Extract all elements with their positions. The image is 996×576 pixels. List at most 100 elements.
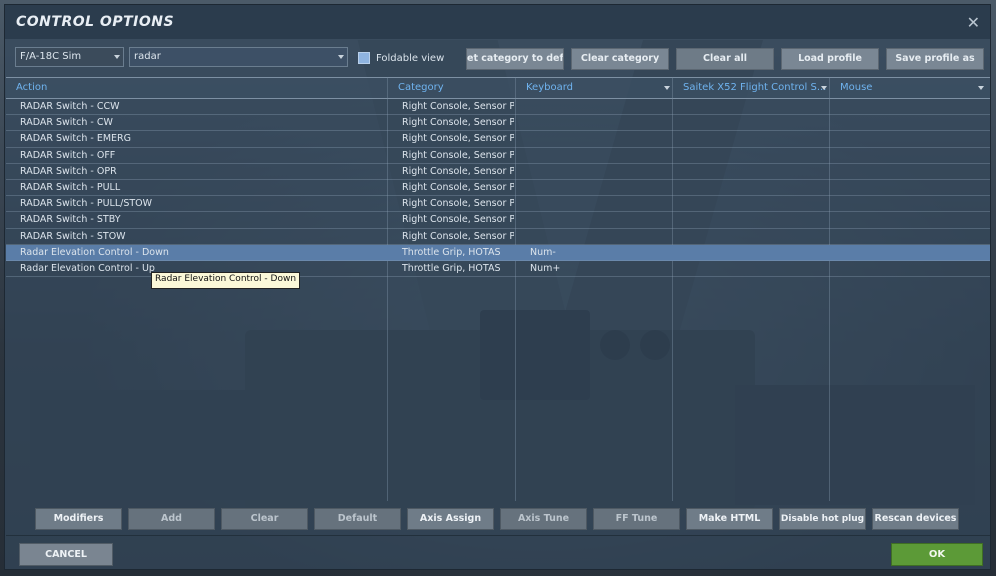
- cell-mouse[interactable]: [834, 115, 988, 131]
- clear-category-button[interactable]: Clear category: [571, 48, 669, 70]
- cell-category[interactable]: Right Console, Sensor Pan: [392, 212, 514, 228]
- cell-action[interactable]: RADAR Switch - PULL: [10, 180, 386, 196]
- cell-mouse[interactable]: [834, 131, 988, 147]
- add-button[interactable]: Add: [128, 508, 215, 530]
- cell-category[interactable]: Right Console, Sensor Pan: [392, 180, 514, 196]
- ff-tune-button[interactable]: FF Tune: [593, 508, 680, 530]
- chevron-down-icon: [338, 55, 344, 59]
- cell-keyboard[interactable]: [520, 196, 674, 212]
- cell-keyboard[interactable]: [520, 229, 674, 245]
- ok-button[interactable]: OK: [891, 543, 983, 566]
- cell-keyboard[interactable]: [520, 180, 674, 196]
- cell-action[interactable]: RADAR Switch - STBY: [10, 212, 386, 228]
- table-row[interactable]: RADAR Switch - CW Right Console, Sensor P…: [6, 115, 990, 132]
- column-header-mouse-label: Mouse: [840, 82, 873, 93]
- cell-joystick[interactable]: [677, 148, 831, 164]
- cell-keyboard[interactable]: [520, 148, 674, 164]
- table-row[interactable]: RADAR Switch - PULL Right Console, Sensor…: [6, 180, 990, 197]
- cell-mouse[interactable]: [834, 261, 988, 277]
- aircraft-select[interactable]: F/A-18C Sim: [15, 47, 124, 67]
- column-header-action[interactable]: Action: [10, 78, 386, 98]
- foldable-view-checkbox[interactable]: [358, 52, 370, 64]
- load-profile-button[interactable]: Load profile: [781, 48, 879, 70]
- cell-joystick[interactable]: [677, 99, 831, 115]
- cell-category[interactable]: Right Console, Sensor Pan: [392, 115, 514, 131]
- cancel-button[interactable]: CANCEL: [19, 543, 113, 566]
- cell-category[interactable]: Throttle Grip, HOTAS: [392, 261, 514, 277]
- cell-action[interactable]: RADAR Switch - CW: [10, 115, 386, 131]
- clear-all-button[interactable]: Clear all: [676, 48, 774, 70]
- make-html-button[interactable]: Make HTML: [686, 508, 773, 530]
- cell-mouse[interactable]: [834, 164, 988, 180]
- save-profile-as-button[interactable]: Save profile as: [886, 48, 984, 70]
- cell-keyboard[interactable]: [520, 99, 674, 115]
- cell-mouse[interactable]: [834, 180, 988, 196]
- cell-action[interactable]: RADAR Switch - CCW: [10, 99, 386, 115]
- table-row[interactable]: RADAR Switch - EMERG Right Console, Senso…: [6, 131, 990, 148]
- table-row[interactable]: RADAR Switch - PULL/STOW Right Console, S…: [6, 196, 990, 213]
- cell-joystick[interactable]: [677, 180, 831, 196]
- cell-joystick[interactable]: [677, 245, 831, 261]
- cell-action[interactable]: RADAR Switch - OPR: [10, 164, 386, 180]
- cell-keyboard[interactable]: [520, 131, 674, 147]
- cell-keyboard[interactable]: [520, 164, 674, 180]
- cell-category[interactable]: Right Console, Sensor Pan: [392, 164, 514, 180]
- modifiers-button[interactable]: Modifiers: [35, 508, 122, 530]
- table-row[interactable]: RADAR Switch - CCW Right Console, Sensor …: [6, 99, 990, 116]
- column-header-category[interactable]: Category: [392, 78, 514, 98]
- tooltip: Radar Elevation Control - Down: [151, 272, 301, 289]
- cell-keyboard[interactable]: [520, 212, 674, 228]
- search-input[interactable]: radar: [129, 47, 348, 67]
- cell-mouse[interactable]: [834, 148, 988, 164]
- default-button[interactable]: Default: [314, 508, 401, 530]
- cell-category[interactable]: Right Console, Sensor Pan: [392, 99, 514, 115]
- axis-tune-button[interactable]: Axis Tune: [500, 508, 587, 530]
- cell-category[interactable]: Right Console, Sensor Pan: [392, 148, 514, 164]
- cell-keyboard[interactable]: Num+: [520, 261, 674, 277]
- table-row[interactable]: RADAR Switch - STOW Right Console, Sensor…: [6, 229, 990, 245]
- table-row[interactable]: RADAR Switch - STBY Right Console, Sensor…: [6, 212, 990, 229]
- cell-mouse[interactable]: [834, 212, 988, 228]
- cell-action[interactable]: RADAR Switch - STOW: [10, 229, 386, 245]
- cell-joystick[interactable]: [677, 229, 831, 245]
- title-bar: CONTROL OPTIONS ✕: [5, 5, 990, 39]
- cell-category[interactable]: Right Console, Sensor Pan: [392, 229, 514, 245]
- cell-mouse[interactable]: [834, 99, 988, 115]
- column-header-joystick[interactable]: Saitek X52 Flight Control S...: [677, 78, 831, 98]
- cell-joystick[interactable]: [677, 164, 831, 180]
- cell-action[interactable]: RADAR Switch - OFF: [10, 148, 386, 164]
- axis-assign-button[interactable]: Axis Assign: [407, 508, 494, 530]
- cell-keyboard[interactable]: [520, 115, 674, 131]
- set-category-default-button[interactable]: et category to defa: [466, 48, 564, 70]
- cell-action[interactable]: Radar Elevation Control - Down: [10, 245, 386, 261]
- column-header-keyboard-label: Keyboard: [526, 82, 574, 93]
- footer-divider: [6, 535, 990, 536]
- table-row[interactable]: RADAR Switch - OFF Right Console, Sensor …: [6, 148, 990, 164]
- disable-hot-plug-button[interactable]: Disable hot plug: [779, 508, 866, 530]
- cell-action[interactable]: RADAR Switch - PULL/STOW: [10, 196, 386, 212]
- cell-category[interactable]: Right Console, Sensor Pan: [392, 131, 514, 147]
- cell-category[interactable]: Right Console, Sensor Pan: [392, 196, 514, 212]
- cell-keyboard[interactable]: Num-: [520, 245, 674, 261]
- column-header-keyboard[interactable]: Keyboard: [520, 78, 674, 98]
- chevron-down-icon: [114, 55, 120, 59]
- clear-button[interactable]: Clear: [221, 508, 308, 530]
- foldable-view-label: Foldable view: [376, 53, 445, 64]
- cell-mouse[interactable]: [834, 245, 988, 261]
- cell-joystick[interactable]: [677, 212, 831, 228]
- table-row[interactable]: Radar Elevation Control - Down Throttle G…: [6, 244, 990, 261]
- cell-category[interactable]: Throttle Grip, HOTAS: [392, 245, 514, 261]
- cell-joystick[interactable]: [677, 196, 831, 212]
- cell-mouse[interactable]: [834, 229, 988, 245]
- cell-joystick[interactable]: [677, 131, 831, 147]
- rescan-devices-button[interactable]: Rescan devices: [872, 508, 959, 530]
- column-header-mouse[interactable]: Mouse: [834, 78, 988, 98]
- close-icon[interactable]: ✕: [967, 13, 980, 32]
- cell-mouse[interactable]: [834, 196, 988, 212]
- cell-action[interactable]: RADAR Switch - EMERG: [10, 131, 386, 147]
- chevron-down-icon: [821, 86, 827, 90]
- aircraft-select-value: F/A-18C Sim: [20, 51, 82, 62]
- table-row[interactable]: RADAR Switch - OPR Right Console, Sensor …: [6, 164, 990, 180]
- cell-joystick[interactable]: [677, 261, 831, 277]
- cell-joystick[interactable]: [677, 115, 831, 131]
